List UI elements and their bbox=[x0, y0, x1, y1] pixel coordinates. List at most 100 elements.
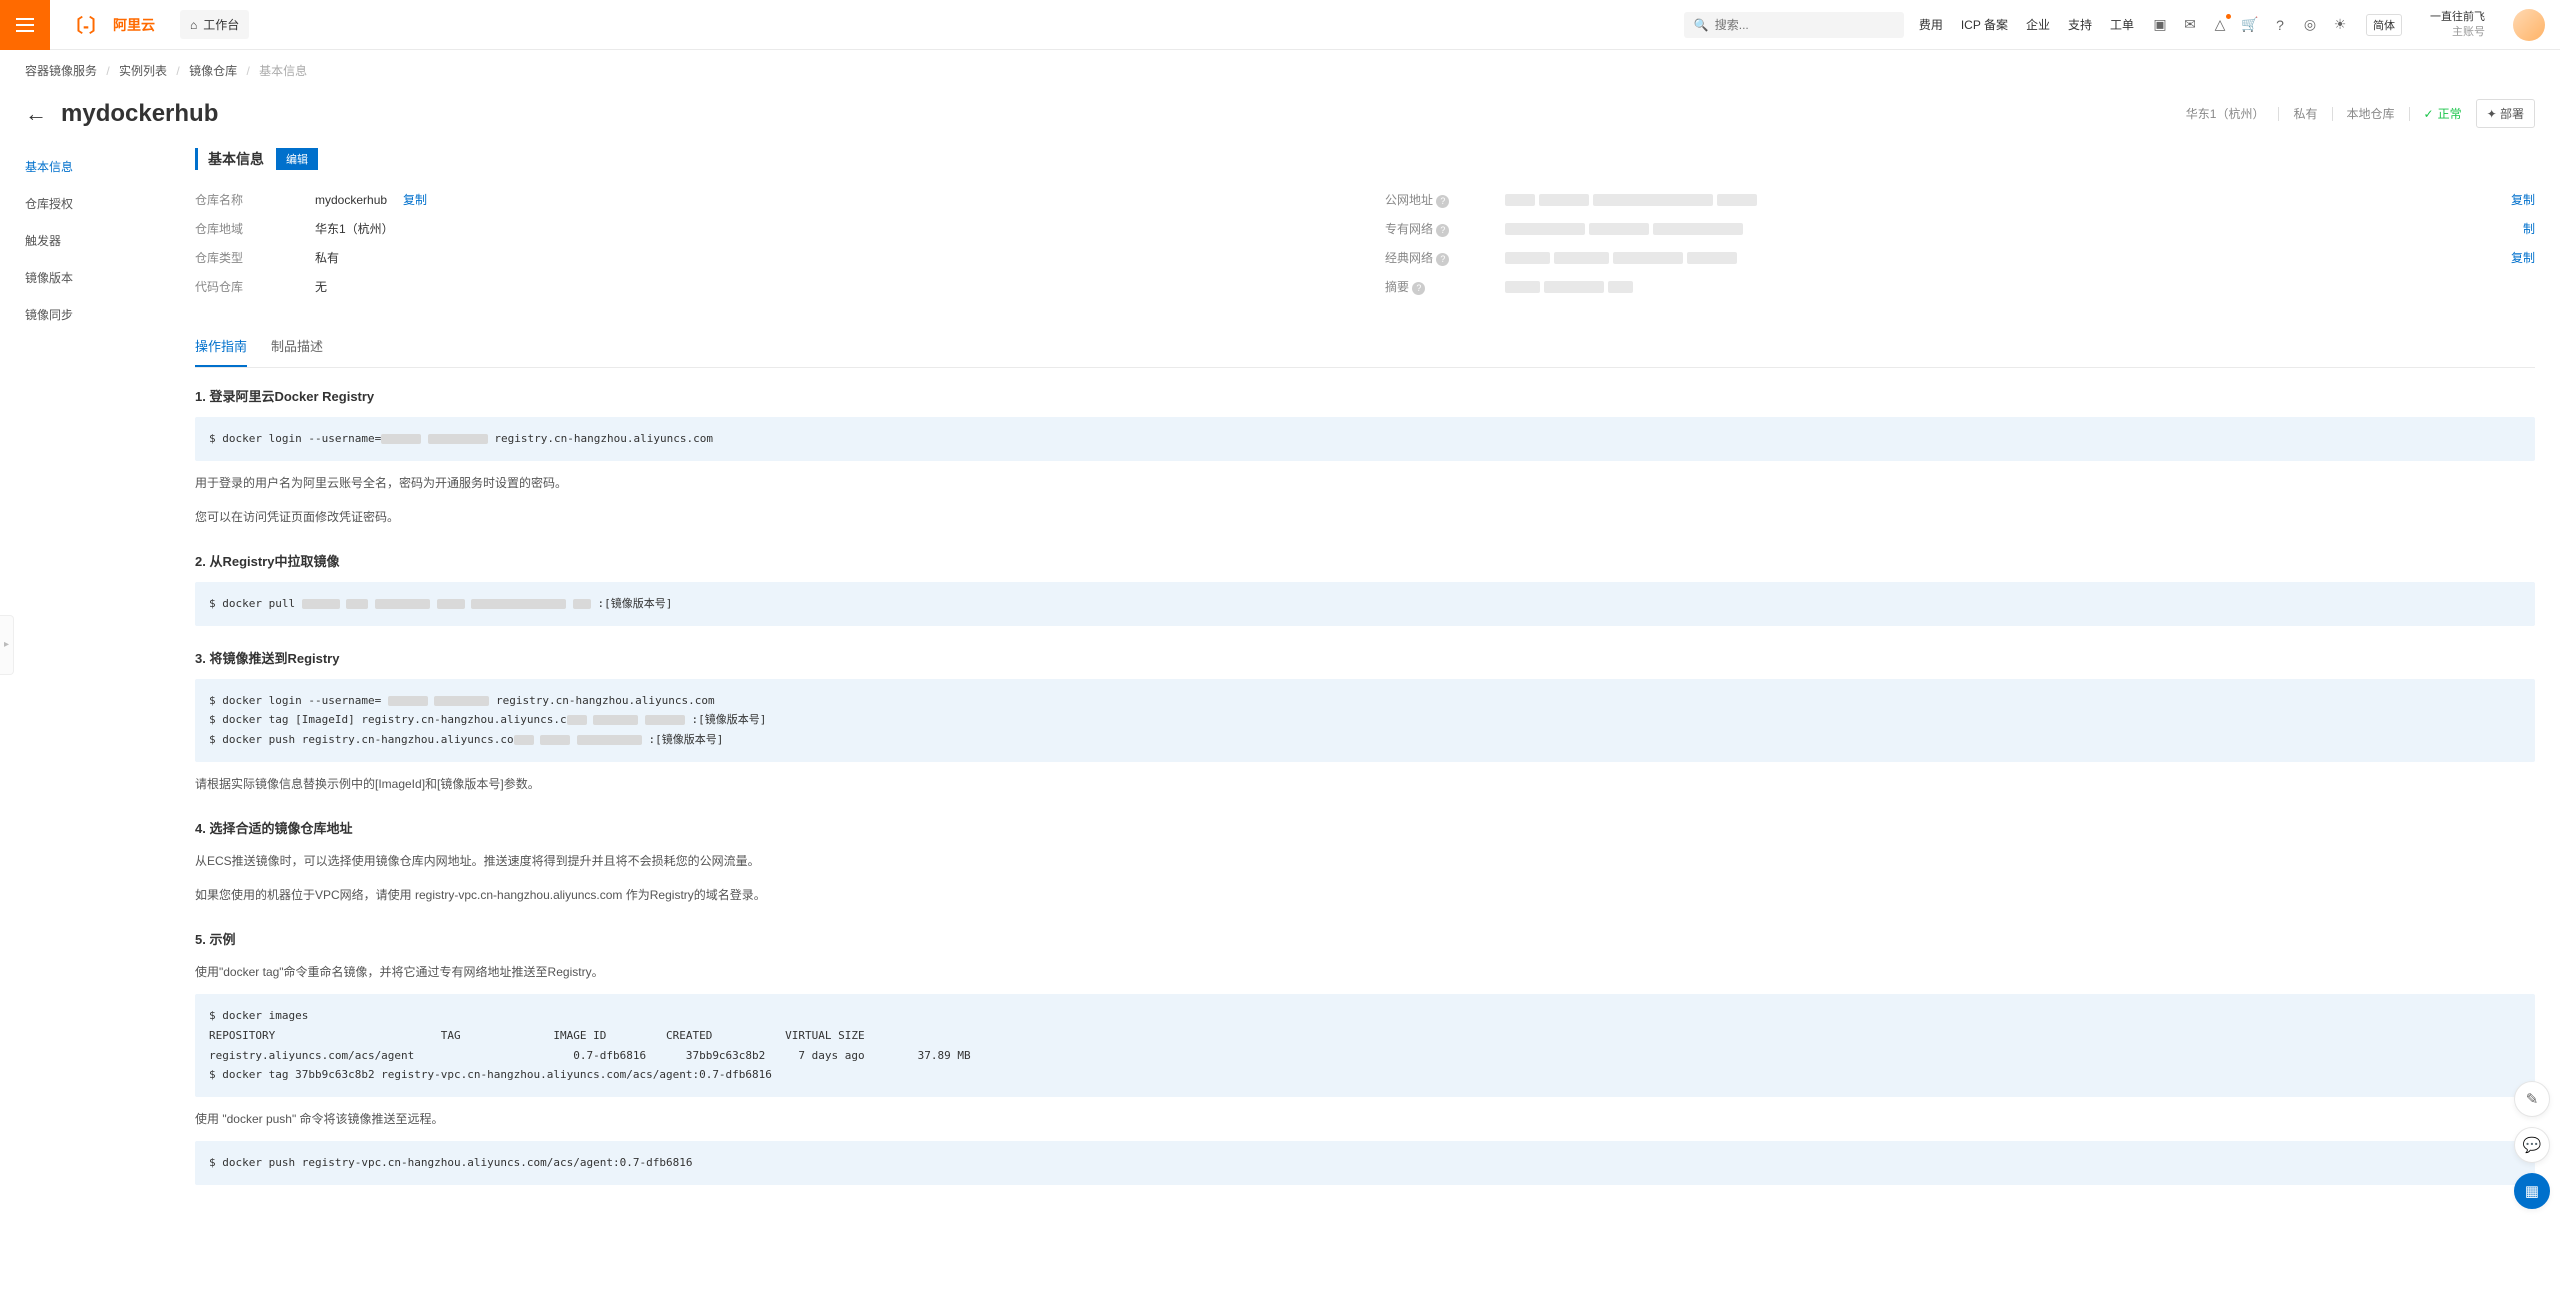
page-meta: 华东1（杭州） 私有 本地仓库 ✓正常 ✦ 部署 bbox=[2186, 99, 2535, 128]
link-ticket[interactable]: 工单 bbox=[2110, 16, 2134, 33]
link-icp[interactable]: ICP 备案 bbox=[1961, 16, 2008, 33]
info-row-summary: 摘要 ? bbox=[1385, 272, 2535, 301]
message-icon[interactable]: ✉ bbox=[2182, 17, 2198, 33]
top-bar: 〔-〕 阿里云 ⌂ 工作台 🔍 费用 ICP 备案 企业 支持 工单 ▣ ✉ △… bbox=[0, 0, 2560, 50]
info-row-region: 仓库地域 华东1（杭州） bbox=[195, 214, 1345, 243]
search-icon: 🔍 bbox=[1694, 18, 1709, 32]
brand-text: 阿里云 bbox=[113, 15, 155, 35]
grid-icon: ▦ bbox=[2525, 1182, 2539, 1200]
guide-text-4a: 从ECS推送镜像时，可以选择使用镜像仓库内网地址。推送速度将得到提升并且将不会损… bbox=[195, 849, 2535, 873]
guide-section-4: 4. 选择合适的镜像仓库地址 从ECS推送镜像时，可以选择使用镜像仓库内网地址。… bbox=[195, 818, 2535, 907]
user-block[interactable]: 一直往前飞 主账号 bbox=[2430, 10, 2485, 39]
feedback-button[interactable]: ✎ bbox=[2514, 1081, 2550, 1117]
code-block-5b: $ docker push registry-vpc.cn-hangzhou.a… bbox=[195, 1141, 2535, 1185]
info-row-vpc-addr: 专有网络 ? 制 bbox=[1385, 214, 2535, 243]
crumb-service[interactable]: 容器镜像服务 bbox=[25, 64, 97, 78]
guide-section-2: 2. 从Registry中拉取镜像 $ docker pull :[镜像版本号] bbox=[195, 551, 2535, 626]
user-name: 一直往前飞 bbox=[2430, 10, 2485, 24]
value-type: 私有 bbox=[315, 249, 339, 266]
search-input[interactable] bbox=[1715, 18, 1894, 32]
back-arrow-icon[interactable]: ← bbox=[25, 101, 47, 127]
info-row-repo-name: 仓库名称 mydockerhub 复制 bbox=[195, 185, 1345, 214]
float-buttons: ✎ 💬 ▦ bbox=[2514, 1081, 2550, 1209]
info-col-right: 公网地址 ? 复制 专有网络 ? 制 经典网络 ? bbox=[1385, 185, 2535, 301]
content: 基本信息 编辑 仓库名称 mydockerhub 复制 仓库地域 华东1（杭州） bbox=[195, 148, 2535, 1207]
meta-local-repo: 本地仓库 bbox=[2347, 105, 2395, 122]
guide-text-1b: 您可以在访问凭证页面修改凭证密码。 bbox=[195, 505, 2535, 529]
copy-classic-addr[interactable]: 复制 bbox=[2511, 249, 2535, 266]
label-region: 仓库地域 bbox=[195, 220, 315, 237]
tab-guide[interactable]: 操作指南 bbox=[195, 326, 247, 367]
hamburger-menu[interactable] bbox=[0, 0, 50, 50]
grid-button[interactable]: ▦ bbox=[2514, 1173, 2550, 1209]
hamburger-icon bbox=[16, 18, 34, 32]
label-code-repo: 代码仓库 bbox=[195, 278, 315, 295]
link-enterprise[interactable]: 企业 bbox=[2026, 16, 2050, 33]
guide-text-3: 请根据实际镜像信息替换示例中的[ImageId]和[镜像版本号]参数。 bbox=[195, 772, 2535, 796]
info-row-classic-addr: 经典网络 ? 复制 bbox=[1385, 243, 2535, 272]
sidenav-auth[interactable]: 仓库授权 bbox=[25, 185, 195, 222]
user-account-type: 主账号 bbox=[2452, 25, 2485, 39]
workspace-button[interactable]: ⌂ 工作台 bbox=[180, 10, 249, 39]
crumb-repos[interactable]: 镜像仓库 bbox=[189, 64, 237, 78]
copy-public-addr[interactable]: 复制 bbox=[2511, 191, 2535, 208]
help-icon[interactable]: ? bbox=[1412, 282, 1425, 295]
chat-button[interactable]: 💬 bbox=[2514, 1127, 2550, 1163]
value-repo-name: mydockerhub bbox=[315, 193, 387, 207]
chat-icon: 💬 bbox=[2523, 1136, 2542, 1154]
avatar[interactable] bbox=[2513, 9, 2545, 41]
language-selector[interactable]: 简体 bbox=[2366, 14, 2402, 36]
deploy-button[interactable]: ✦ 部署 bbox=[2476, 99, 2535, 128]
cloudshell-icon[interactable]: ▣ bbox=[2152, 17, 2168, 33]
value-code-repo: 无 bbox=[315, 278, 327, 295]
edit-button[interactable]: 编辑 bbox=[276, 148, 318, 170]
code-block-1: $ docker login --username= registry.cn-h… bbox=[195, 417, 2535, 461]
link-support[interactable]: 支持 bbox=[2068, 16, 2092, 33]
tabs: 操作指南 制品描述 bbox=[195, 326, 2535, 368]
guide-title-2: 2. 从Registry中拉取镜像 bbox=[195, 551, 2535, 570]
region-icon[interactable]: ◎ bbox=[2302, 17, 2318, 33]
help-icon[interactable]: ? bbox=[1436, 253, 1449, 266]
brand-logo[interactable]: 〔-〕 阿里云 bbox=[50, 12, 170, 38]
status-badge: ✓正常 bbox=[2424, 105, 2462, 122]
meta-region: 华东1（杭州） bbox=[2186, 105, 2265, 122]
crumb-current: 基本信息 bbox=[259, 64, 307, 78]
label-repo-name: 仓库名称 bbox=[195, 191, 315, 208]
info-col-left: 仓库名称 mydockerhub 复制 仓库地域 华东1（杭州） 仓库类型 私有… bbox=[195, 185, 1345, 301]
guide-text-4b: 如果您使用的机器位于VPC网络，请使用 registry-vpc.cn-hang… bbox=[195, 883, 2535, 907]
theme-icon[interactable]: ☀ bbox=[2332, 17, 2348, 33]
info-grid: 仓库名称 mydockerhub 复制 仓库地域 华东1（杭州） 仓库类型 私有… bbox=[195, 185, 2535, 301]
sidenav-basic-info[interactable]: 基本信息 bbox=[25, 148, 195, 185]
guide-text-1a: 用于登录的用户名为阿里云账号全名，密码为开通服务时设置的密码。 bbox=[195, 471, 2535, 495]
page-header: ← mydockerhub 华东1（杭州） 私有 本地仓库 ✓正常 ✦ 部署 bbox=[0, 91, 2560, 148]
cart-icon[interactable]: 🛒 bbox=[2242, 17, 2258, 33]
main-layout: 基本信息 仓库授权 触发器 镜像版本 镜像同步 基本信息 编辑 仓库名称 myd… bbox=[0, 148, 2560, 1207]
copy-vpc-addr[interactable]: 制 bbox=[2523, 220, 2535, 237]
crumb-instances[interactable]: 实例列表 bbox=[119, 64, 167, 78]
code-block-2: $ docker pull :[镜像版本号] bbox=[195, 582, 2535, 626]
help-icon[interactable]: ? bbox=[1436, 195, 1449, 208]
code-block-3: $ docker login --username= registry.cn-h… bbox=[195, 679, 2535, 762]
guide-title-4: 4. 选择合适的镜像仓库地址 bbox=[195, 818, 2535, 837]
tab-readme[interactable]: 制品描述 bbox=[271, 326, 323, 367]
help-icon[interactable]: ? bbox=[2272, 17, 2288, 33]
sidenav-triggers[interactable]: 触发器 bbox=[25, 222, 195, 259]
guide-title-1: 1. 登录阿里云Docker Registry bbox=[195, 386, 2535, 405]
guide-title-5: 5. 示例 bbox=[195, 929, 2535, 948]
help-icon[interactable]: ? bbox=[1436, 224, 1449, 237]
notification-icon[interactable]: △ bbox=[2212, 17, 2228, 33]
sidenav-versions[interactable]: 镜像版本 bbox=[25, 259, 195, 296]
collapse-handle[interactable]: ▸ bbox=[0, 615, 14, 675]
page-title: mydockerhub bbox=[61, 100, 2186, 128]
guide-section-1: 1. 登录阿里云Docker Registry $ docker login -… bbox=[195, 386, 2535, 529]
info-row-code-repo: 代码仓库 无 bbox=[195, 272, 1345, 301]
label-summary: 摘要 bbox=[1385, 280, 1409, 294]
search-box[interactable]: 🔍 bbox=[1684, 12, 1904, 38]
redacted-classic-addr bbox=[1505, 252, 1737, 264]
meta-visibility: 私有 bbox=[2293, 105, 2317, 122]
code-block-5a: $ docker images REPOSITORY TAG IMAGE ID … bbox=[195, 994, 2535, 1097]
copy-repo-name[interactable]: 复制 bbox=[403, 191, 427, 208]
guide-title-3: 3. 将镜像推送到Registry bbox=[195, 648, 2535, 667]
link-cost[interactable]: 费用 bbox=[1919, 16, 1943, 33]
sidenav-sync[interactable]: 镜像同步 bbox=[25, 296, 195, 333]
